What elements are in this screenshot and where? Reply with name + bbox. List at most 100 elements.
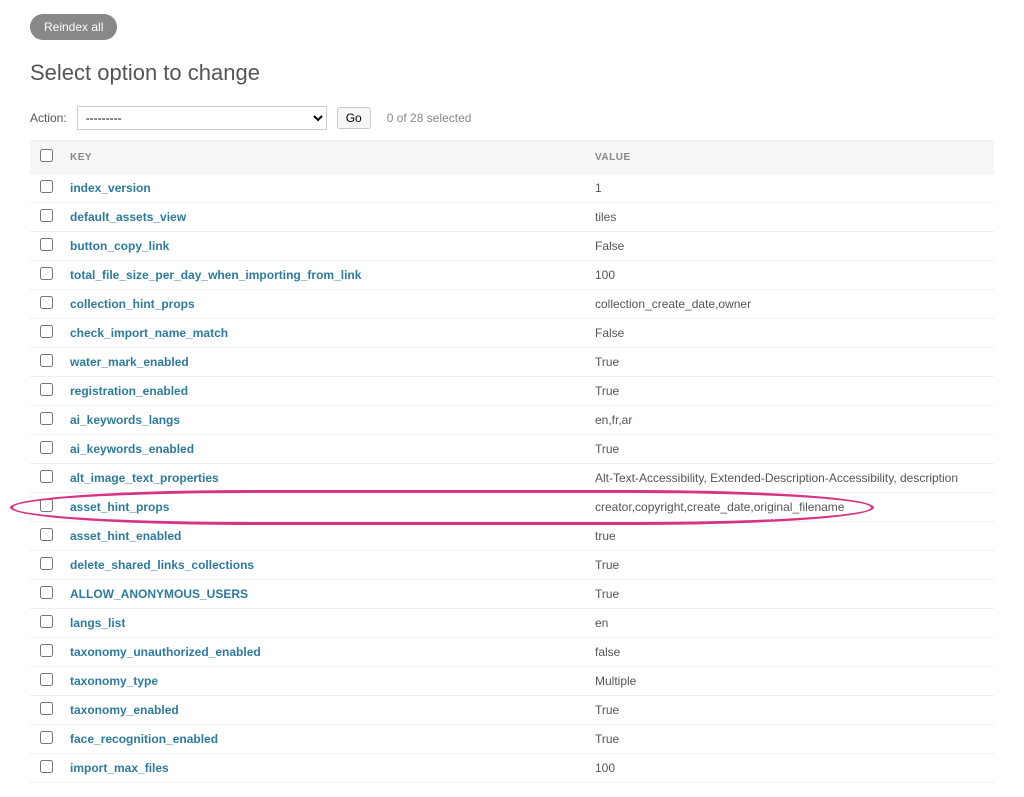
row-checkbox[interactable] — [40, 731, 53, 744]
option-key-link[interactable]: taxonomy_unauthorized_enabled — [70, 645, 261, 659]
row-checkbox[interactable] — [40, 180, 53, 193]
options-table: KEY VALUE index_version 1 default_assets_v… — [30, 140, 994, 783]
table-row: face_recognition_enabled True — [30, 725, 994, 754]
row-checkbox[interactable] — [40, 412, 53, 425]
row-checkbox-cell — [30, 667, 64, 696]
option-key-link[interactable]: default_assets_view — [70, 210, 186, 224]
row-value-cell: True — [589, 377, 994, 406]
option-key-link[interactable]: delete_shared_links_collections — [70, 558, 254, 572]
row-checkbox[interactable] — [40, 760, 53, 773]
row-value-cell: True — [589, 551, 994, 580]
row-checkbox[interactable] — [40, 470, 53, 483]
row-checkbox[interactable] — [40, 383, 53, 396]
row-checkbox[interactable] — [40, 586, 53, 599]
row-key-cell: langs_list — [64, 609, 589, 638]
option-key-link[interactable]: alt_image_text_properties — [70, 471, 219, 485]
row-checkbox[interactable] — [40, 528, 53, 541]
option-key-link[interactable]: ALLOW_ANONYMOUS_USERS — [70, 587, 248, 601]
row-checkbox-cell — [30, 348, 64, 377]
selection-count: 0 of 28 selected — [387, 111, 472, 125]
row-key-cell: button_copy_link — [64, 232, 589, 261]
row-checkbox-cell — [30, 406, 64, 435]
reindex-all-button[interactable]: Reindex all — [30, 14, 117, 40]
option-key-link[interactable]: ai_keywords_enabled — [70, 442, 194, 456]
row-checkbox[interactable] — [40, 325, 53, 338]
go-button[interactable]: Go — [337, 107, 371, 129]
row-checkbox-cell — [30, 232, 64, 261]
row-value-cell: creator,copyright,create_date,original_f… — [589, 493, 994, 522]
row-checkbox-cell — [30, 580, 64, 609]
row-checkbox[interactable] — [40, 209, 53, 222]
row-value-cell: en,fr,ar — [589, 406, 994, 435]
row-checkbox-cell — [30, 696, 64, 725]
row-checkbox-cell — [30, 203, 64, 232]
option-key-link[interactable]: registration_enabled — [70, 384, 188, 398]
table-row: langs_listen — [30, 609, 994, 638]
row-checkbox-cell — [30, 609, 64, 638]
row-value-cell: 100 — [589, 754, 994, 783]
column-header-checkbox — [30, 141, 64, 174]
column-header-key[interactable]: KEY — [64, 141, 589, 174]
action-label: Action: — [30, 111, 67, 125]
row-key-cell: taxonomy_type — [64, 667, 589, 696]
row-value-cell: Multiple — [589, 667, 994, 696]
row-checkbox-cell — [30, 174, 64, 203]
table-row: import_max_files 100 — [30, 754, 994, 783]
table-row: asset_hint_props creator,copyright,create… — [30, 493, 994, 522]
row-checkbox[interactable] — [40, 644, 53, 657]
row-checkbox[interactable] — [40, 673, 53, 686]
table-row: button_copy_linkFalse — [30, 232, 994, 261]
row-checkbox-cell — [30, 725, 64, 754]
option-key-link[interactable]: ai_keywords_langs — [70, 413, 180, 427]
row-value-cell: 100 — [589, 261, 994, 290]
option-key-link[interactable]: taxonomy_type — [70, 674, 158, 688]
option-key-link[interactable]: langs_list — [70, 616, 125, 630]
option-key-link[interactable]: taxonomy_enabled — [70, 703, 179, 717]
row-checkbox[interactable] — [40, 296, 53, 309]
row-checkbox[interactable] — [40, 441, 53, 454]
column-header-value[interactable]: VALUE — [589, 141, 994, 174]
option-key-link[interactable]: asset_hint_props — [70, 500, 169, 514]
table-row: taxonomy_enabledTrue — [30, 696, 994, 725]
option-key-link[interactable]: index_version — [70, 181, 151, 195]
row-checkbox[interactable] — [40, 557, 53, 570]
row-value-cell: tiles — [589, 203, 994, 232]
option-key-link[interactable]: import_max_files — [70, 761, 169, 775]
row-key-cell: water_mark_enabled — [64, 348, 589, 377]
option-key-link[interactable]: collection_hint_props — [70, 297, 195, 311]
row-checkbox[interactable] — [40, 354, 53, 367]
option-key-link[interactable]: total_file_size_per_day_when_importing_f… — [70, 268, 361, 282]
row-value-cell: True — [589, 725, 994, 754]
row-checkbox[interactable] — [40, 499, 53, 512]
option-key-link[interactable]: water_mark_enabled — [70, 355, 189, 369]
table-row: index_version 1 — [30, 174, 994, 203]
select-all-checkbox[interactable] — [40, 149, 53, 162]
row-checkbox-cell — [30, 464, 64, 493]
actions-bar: Action: --------- Go 0 of 28 selected — [30, 106, 994, 130]
table-row: delete_shared_links_collections True — [30, 551, 994, 580]
row-checkbox-cell — [30, 493, 64, 522]
table-row: collection_hint_propscollection_create_d… — [30, 290, 994, 319]
option-key-link[interactable]: face_recognition_enabled — [70, 732, 218, 746]
row-checkbox-cell — [30, 754, 64, 783]
option-key-link[interactable]: asset_hint_enabled — [70, 529, 181, 543]
row-checkbox[interactable] — [40, 702, 53, 715]
row-key-cell: registration_enabled — [64, 377, 589, 406]
table-row: taxonomy_unauthorized_enabledfalse — [30, 638, 994, 667]
row-checkbox-cell — [30, 261, 64, 290]
row-key-cell: import_max_files — [64, 754, 589, 783]
option-key-link[interactable]: check_import_name_match — [70, 326, 228, 340]
row-value-cell: 1 — [589, 174, 994, 203]
table-row: check_import_name_matchFalse — [30, 319, 994, 348]
row-key-cell: index_version — [64, 174, 589, 203]
row-key-cell: taxonomy_enabled — [64, 696, 589, 725]
row-value-cell: Alt-Text-Accessibility, Extended-Descrip… — [589, 464, 994, 493]
row-checkbox[interactable] — [40, 238, 53, 251]
action-select[interactable]: --------- — [77, 106, 327, 130]
table-row: ai_keywords_enabledTrue — [30, 435, 994, 464]
row-checkbox[interactable] — [40, 615, 53, 628]
option-key-link[interactable]: button_copy_link — [70, 239, 169, 253]
row-checkbox[interactable] — [40, 267, 53, 280]
row-key-cell: ALLOW_ANONYMOUS_USERS — [64, 580, 589, 609]
row-checkbox-cell — [30, 522, 64, 551]
